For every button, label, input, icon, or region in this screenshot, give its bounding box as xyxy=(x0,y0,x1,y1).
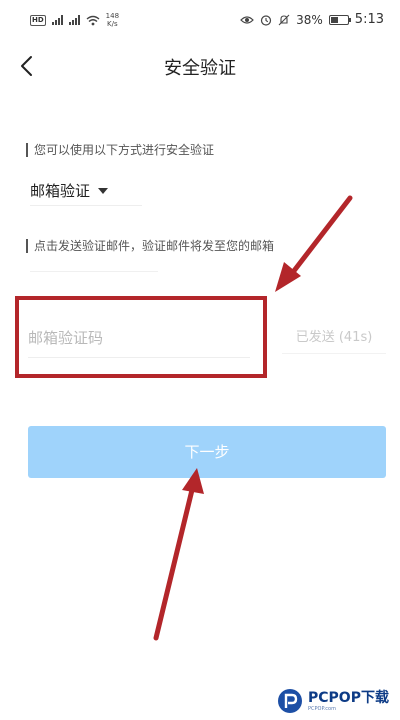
watermark: PCPOP下载 PCPOP.com xyxy=(276,686,389,716)
resend-code-button[interactable]: 已发送 (41s) xyxy=(282,322,386,354)
send-hint: 点击发送验证邮件，验证邮件将发至您的邮箱 xyxy=(26,239,274,253)
caret-down-icon xyxy=(98,187,109,194)
email-address-field xyxy=(30,264,158,272)
next-step-button[interactable]: 下一步 xyxy=(28,426,386,478)
net-speed: 148 K/s xyxy=(106,12,119,28)
status-time: 5:13 xyxy=(354,12,384,27)
highlight-box xyxy=(15,296,267,378)
eye-icon xyxy=(240,15,254,24)
resend-underline xyxy=(282,353,386,354)
arrow-to-next xyxy=(153,487,195,641)
arrow-to-input-head xyxy=(275,262,301,292)
mute-icon xyxy=(278,14,290,25)
verification-method-select[interactable]: 邮箱验证 xyxy=(30,176,142,206)
battery-level xyxy=(330,16,338,23)
watermark-subtitle: PCPOP.com xyxy=(308,705,336,712)
net-speed-unit: K/s xyxy=(107,20,118,28)
watermark-text: PCPOP下载 PCPOP.com xyxy=(308,689,389,712)
signal-3g-icon xyxy=(51,15,63,25)
battery-percent: 38% xyxy=(296,12,323,27)
battery-icon xyxy=(328,14,351,25)
method-selected-label: 邮箱验证 xyxy=(30,182,91,200)
status-bar: HD 148 K/s 38% 5:13 xyxy=(0,0,400,38)
hd-badge: HD xyxy=(30,14,46,26)
page-header: 安全验证 xyxy=(0,44,400,88)
pcpop-logo-icon xyxy=(278,689,302,713)
wifi-icon xyxy=(86,15,100,25)
page-title: 安全验证 xyxy=(164,58,236,79)
arrow-to-input xyxy=(287,195,353,279)
watermark-title: PCPOP下载 xyxy=(308,689,389,706)
status-left: HD 148 K/s xyxy=(30,12,119,28)
net-speed-value: 148 xyxy=(105,12,120,20)
alarm-icon xyxy=(261,14,272,26)
status-right: 38% 5:13 xyxy=(240,12,384,27)
method-hint: 您可以使用以下方式进行安全验证 xyxy=(26,143,214,157)
signal-4g-icon xyxy=(68,15,80,25)
